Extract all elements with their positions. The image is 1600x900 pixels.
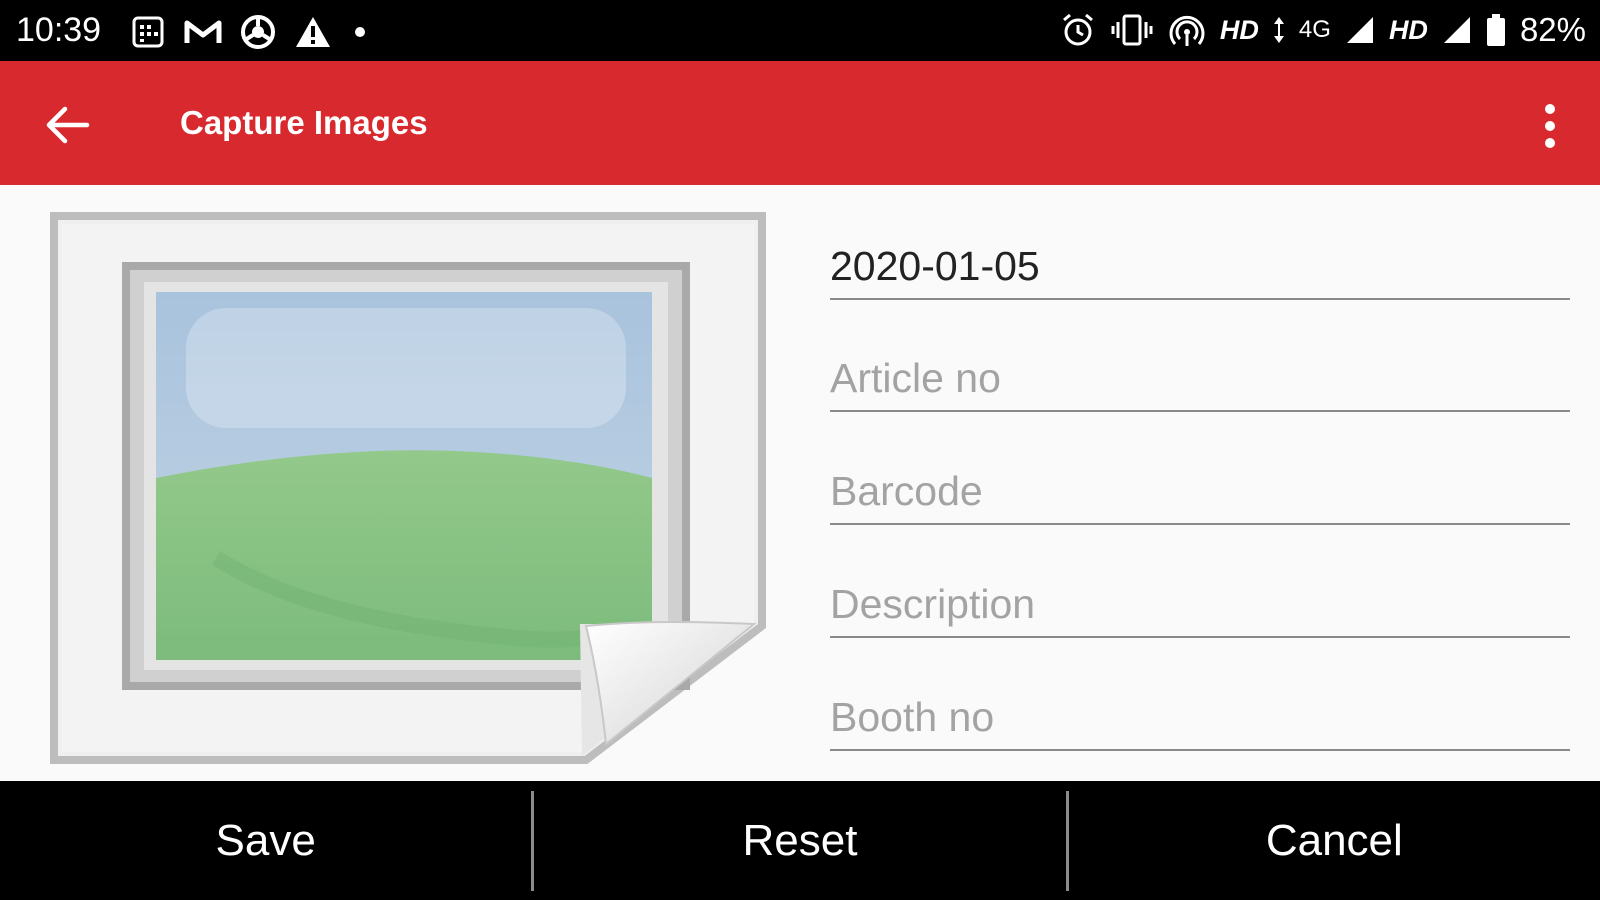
booth-no-input[interactable] (830, 689, 1570, 745)
alarm-icon (1060, 12, 1096, 48)
calendar-icon (130, 14, 166, 50)
warning-icon (294, 15, 332, 49)
notification-icons (130, 12, 370, 52)
cancel-button[interactable]: Cancel (1069, 781, 1600, 900)
article-no-field (830, 340, 1570, 412)
signal-icon (1345, 15, 1375, 45)
back-button[interactable] (40, 97, 96, 153)
article-no-input[interactable] (830, 350, 1570, 406)
data-arrows-icon (1273, 15, 1285, 45)
barcode-input[interactable] (830, 463, 1570, 519)
date-input[interactable] (830, 238, 1570, 294)
gmail-icon (184, 17, 222, 47)
save-button[interactable]: Save (0, 781, 531, 900)
app-bar: Capture Images (0, 61, 1600, 185)
date-field (830, 228, 1570, 300)
more-vert-icon (1545, 104, 1555, 148)
booth-no-field (830, 679, 1570, 751)
battery-icon (1486, 13, 1506, 47)
system-status: HD 4G HD 82% (1060, 10, 1586, 50)
image-placeholder-icon (50, 212, 766, 764)
description-input[interactable] (830, 576, 1570, 632)
back-arrow-icon (46, 106, 90, 144)
vibrate-icon (1110, 12, 1154, 48)
signal-icon-2 (1442, 15, 1472, 45)
barcode-field (830, 453, 1570, 525)
network-hd-2: HD (1388, 14, 1428, 45)
bottom-action-bar: Save Reset Cancel (0, 781, 1600, 900)
dot-icon (350, 22, 370, 42)
overflow-menu-button[interactable] (1530, 95, 1570, 157)
reset-button[interactable]: Reset (534, 781, 1065, 900)
status-time: 10:39 (16, 11, 102, 49)
description-field (830, 566, 1570, 638)
page-title: Capture Images (180, 104, 428, 141)
image-preview[interactable] (46, 208, 766, 768)
battery-percent: 82% (1519, 11, 1586, 48)
status-bar: 10:39 HD 4G HD 82% (0, 0, 1600, 61)
network-type: 4G (1298, 16, 1331, 43)
network-hd-1: HD (1219, 14, 1259, 45)
chrome-icon (240, 14, 276, 50)
hotspot-icon (1168, 12, 1206, 48)
